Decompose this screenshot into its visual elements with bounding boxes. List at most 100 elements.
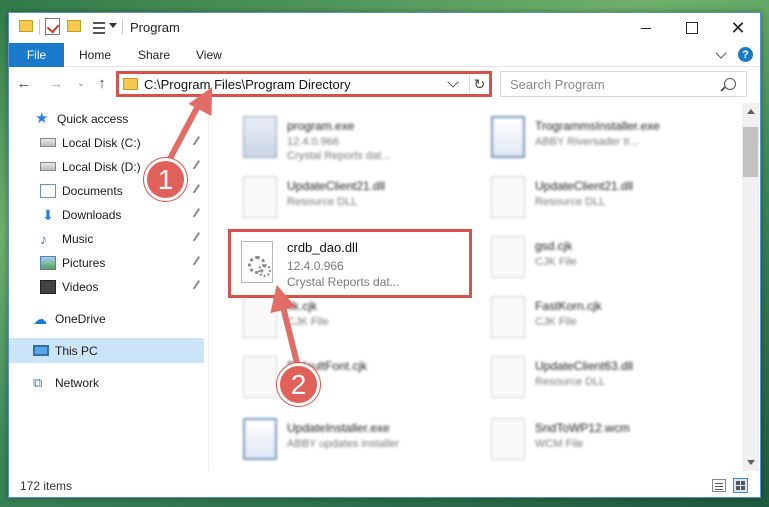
pin-icon[interactable] xyxy=(192,280,204,292)
file-item[interactable]: TrogrammsInstaller.exe ABBY Riversader t… xyxy=(479,111,719,167)
file-type: ABBY Riversader tr... xyxy=(535,136,639,148)
navigation-pane: ★ Quick access Local Disk (C:) Local Dis… xyxy=(9,103,209,471)
maximize-button[interactable] xyxy=(669,13,715,43)
divider xyxy=(39,19,40,35)
list-icon[interactable] xyxy=(89,19,107,35)
sidebar-item-label: Pictures xyxy=(62,255,106,270)
pin-icon[interactable] xyxy=(192,136,204,148)
sidebar-item-label: OneDrive xyxy=(55,311,106,326)
up-arrow-icon[interactable]: ↑ xyxy=(92,73,112,93)
sidebar-item-label: Videos xyxy=(62,279,99,294)
address-history-chevron-icon[interactable] xyxy=(447,76,459,88)
pin-icon[interactable] xyxy=(192,232,204,244)
sidebar-item-pictures[interactable]: Pictures xyxy=(9,251,204,274)
sidebar-item-label: Quick access xyxy=(57,111,129,126)
title-bar: Program ✕ xyxy=(9,13,760,43)
search-icon[interactable] xyxy=(724,78,736,90)
dll-gear-icon xyxy=(241,241,273,283)
recent-locations-chevron-icon[interactable]: ⌄ xyxy=(71,73,91,93)
network-icon: ⧉ xyxy=(33,374,43,390)
file-type: WCM File xyxy=(535,438,584,450)
divider xyxy=(122,19,123,35)
refresh-icon[interactable]: ↻ xyxy=(469,74,489,94)
file-item[interactable]: UpdateClient63.dll Resource DLL xyxy=(479,351,719,407)
file-item[interactable]: program.exe 12.4.0.966 Crystal Reports d… xyxy=(231,111,471,167)
music-icon: ♪ xyxy=(40,230,47,247)
pin-icon[interactable] xyxy=(192,160,204,172)
scroll-down-arrow-icon[interactable] xyxy=(747,460,755,465)
disk-icon xyxy=(40,162,56,171)
file-type: CJK File xyxy=(287,316,329,328)
file-description: Crystal Reports dat... xyxy=(287,275,400,289)
sidebar-item-quick-access[interactable]: ★ Quick access xyxy=(9,107,204,130)
tab-share[interactable]: Share xyxy=(138,48,170,62)
dll-file-icon xyxy=(491,356,525,398)
cloud-icon: ☁ xyxy=(33,310,47,327)
search-input[interactable]: Search Program xyxy=(500,71,747,97)
large-icons-view-icon[interactable] xyxy=(733,478,748,493)
file-type: Resource DLL xyxy=(535,376,606,388)
file-name: UpdateClient21.dll xyxy=(535,179,634,193)
sidebar-item-label: Network xyxy=(55,375,100,390)
download-icon: ⬇ xyxy=(42,206,54,223)
navigation-bar: ← → ⌄ ↑ C:\Program Files\Program Directo… xyxy=(9,70,760,98)
sidebar-item-videos[interactable]: Videos xyxy=(9,275,204,298)
documents-icon xyxy=(40,183,56,198)
file-item[interactable]: UpdateClient21.dll Resource DLL xyxy=(231,171,471,227)
status-bar: 172 items xyxy=(9,475,760,497)
pin-icon[interactable] xyxy=(192,184,204,196)
new-folder-icon[interactable] xyxy=(67,20,81,32)
search-placeholder[interactable]: Search Program xyxy=(501,77,724,92)
pictures-icon xyxy=(40,255,56,270)
file-name: SndToWP12.wcm xyxy=(535,421,630,435)
properties-check-icon[interactable] xyxy=(45,18,60,35)
tab-home[interactable]: Home xyxy=(79,48,111,62)
address-path[interactable]: C:\Program Files\Program Directory xyxy=(144,77,449,92)
sidebar-item-this-pc[interactable]: This PC xyxy=(9,338,204,363)
close-button[interactable]: ✕ xyxy=(715,13,760,43)
computer-icon xyxy=(33,345,49,356)
pin-icon[interactable] xyxy=(192,256,204,268)
sidebar-item-label: This PC xyxy=(55,343,98,358)
pin-icon[interactable] xyxy=(192,208,204,220)
sidebar-item-music[interactable]: ♪ Music xyxy=(9,227,204,250)
tab-file[interactable]: File xyxy=(9,43,64,67)
file-item[interactable]: gsd.cjk CJK File xyxy=(479,231,719,287)
customize-quick-access-chevron-icon[interactable] xyxy=(109,23,117,28)
help-icon[interactable]: ? xyxy=(738,47,753,62)
details-view-icon[interactable] xyxy=(712,479,726,492)
forward-arrow-icon[interactable]: → xyxy=(46,73,66,93)
address-bar[interactable]: C:\Program Files\Program Directory ↻ xyxy=(116,71,492,97)
file-type: ABBY updates installer xyxy=(287,438,400,450)
installer-file-icon xyxy=(491,116,525,158)
generic-file-icon xyxy=(491,236,525,278)
file-type: CJK File xyxy=(535,316,577,328)
explorer-window: Program ✕ File Home Share View ? ← → ⌄ ↑… xyxy=(8,12,761,498)
back-arrow-icon[interactable]: ← xyxy=(14,73,34,93)
item-count: 172 items xyxy=(20,479,73,493)
generic-file-icon xyxy=(491,296,525,338)
scroll-thumb[interactable] xyxy=(743,127,758,177)
minimize-button[interactable] xyxy=(623,13,669,43)
file-item[interactable]: UpdateInstaller.exe ABBY updates install… xyxy=(231,413,471,469)
sidebar-item-label: Music xyxy=(62,231,94,246)
sidebar-item-network[interactable]: ⧉ Network xyxy=(9,371,204,394)
sidebar-item-onedrive[interactable]: ☁ OneDrive xyxy=(9,307,204,330)
vertical-scrollbar[interactable] xyxy=(742,103,759,471)
file-item[interactable]: UpdateClient21.dll Resource DLL xyxy=(479,171,719,227)
file-item[interactable]: FastKorn.cjk CJK File xyxy=(479,291,719,347)
tab-view[interactable]: View xyxy=(196,48,222,62)
sidebar-item-label: Local Disk (C:) xyxy=(62,135,141,150)
file-name: FastKorn.cjk xyxy=(535,299,602,313)
file-type: Resource DLL xyxy=(535,196,606,208)
file-item[interactable]: DefaultFont.cjk xyxy=(231,351,471,407)
file-description: Crystal Reports dat... xyxy=(287,150,391,162)
generic-file-icon xyxy=(491,418,525,460)
sidebar-item-downloads[interactable]: ⬇ Downloads xyxy=(9,203,204,226)
scroll-up-arrow-icon[interactable] xyxy=(747,109,755,114)
disk-icon xyxy=(40,138,56,147)
file-item[interactable]: SndToWP12.wcm WCM File xyxy=(479,413,719,469)
expand-ribbon-chevron-icon[interactable] xyxy=(715,47,727,59)
folder-icon[interactable] xyxy=(19,20,33,32)
file-name: crdb_dao.dll xyxy=(287,240,358,255)
